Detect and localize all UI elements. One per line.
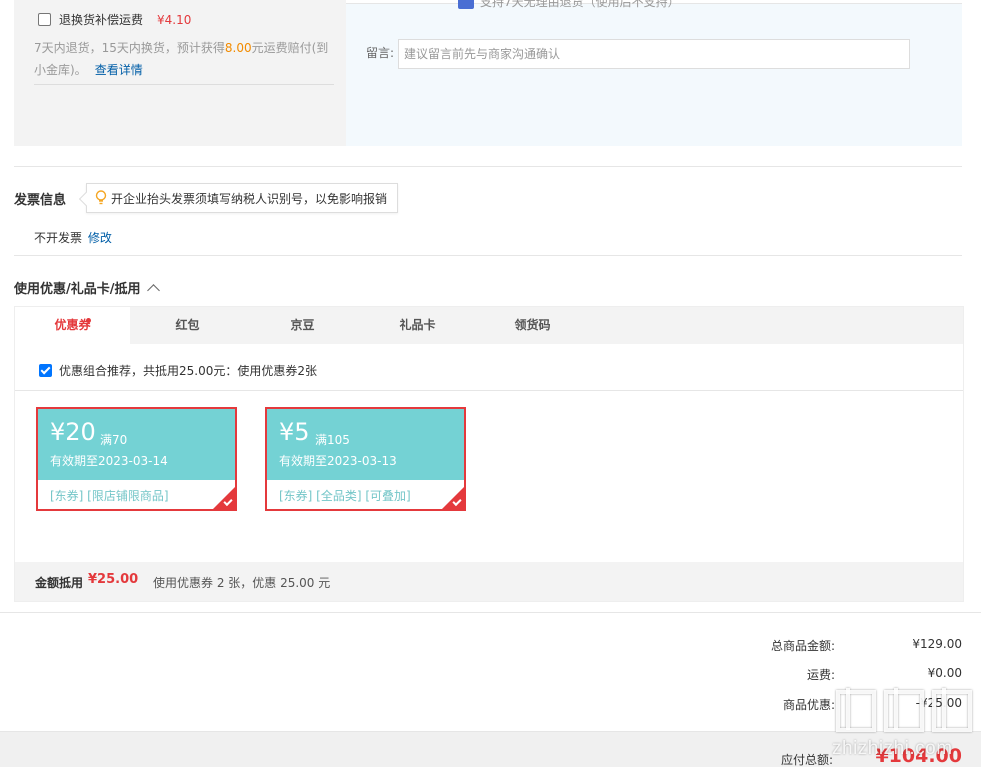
discount-description: 使用优惠券 2 张，优惠 25.00 元 — [153, 576, 331, 590]
shield-icon — [458, 0, 474, 9]
return-insurance-checkbox[interactable] — [38, 13, 51, 26]
watermark-text: zhizhizhi.com — [832, 738, 953, 759]
summary-total-value: ¥129.00 — [912, 637, 962, 651]
return-insurance-row: 退换货补偿运费 ¥4.10 — [38, 11, 191, 28]
invoice-tip-text: 开企业抬头发票须填写纳税人识别号，以免影响报销 — [111, 191, 388, 206]
coupon-amount: ¥20 — [50, 418, 96, 446]
coupon-footer: 金额抵用 ¥25.00 使用优惠券 2 张，优惠 25.00 元 — [15, 562, 963, 601]
watermark-logo — [836, 688, 972, 732]
coupon-condition: 满105 — [315, 433, 350, 447]
discount-amount: ¥25.00 — [88, 572, 139, 587]
return-insurance-price: ¥4.10 — [157, 12, 192, 27]
divider — [0, 612, 981, 613]
invoice-title: 发票信息 — [14, 193, 67, 208]
divider — [34, 84, 334, 85]
tab-redeem-code[interactable]: 领货码 — [475, 307, 590, 344]
selected-corner — [442, 487, 464, 509]
coupon-condition: 满70 — [100, 433, 128, 447]
combo-recommend-checkbox[interactable] — [39, 364, 52, 377]
invoice-modify-link[interactable]: 修改 — [88, 231, 112, 245]
coupon-tags: [东券] [限店铺限商品] — [50, 489, 169, 503]
coupon-header: ¥20 满70 有效期至2023-03-14 — [38, 409, 235, 480]
coupon-amount: ¥5 — [279, 418, 310, 446]
payable-label: 应付总额: — [780, 753, 833, 767]
remark-label: 留言: — [366, 46, 395, 60]
coupon-panel: 优惠券 红包 京豆 礼品卡 领货码 优惠组合推荐，共抵用25.00元：使用优惠券… — [14, 306, 964, 602]
selected-corner — [213, 487, 235, 509]
tab-gift-cards[interactable]: 礼品卡 — [360, 307, 475, 344]
coupon-section-title: 使用优惠/礼品卡/抵用 — [14, 282, 141, 297]
return-insurance-panel: 退换货补偿运费 ¥4.10 7天内退货，15天内换货，预计获得8.00元运费赔付… — [14, 0, 346, 146]
coupon-card[interactable]: ¥20 满70 有效期至2023-03-14 [东券] [限店铺限商品] — [36, 407, 237, 511]
coupon-header: ¥5 满105 有效期至2023-03-13 — [267, 409, 464, 480]
divider — [14, 255, 962, 256]
coupon-tags: [东券] [全品类] [可叠加] — [279, 489, 411, 503]
coupon-tabs: 优惠券 红包 京豆 礼品卡 领货码 — [15, 307, 963, 344]
summary-shipping-value: ¥0.00 — [927, 666, 962, 680]
combo-recommend-text: 优惠组合推荐，共抵用25.00元：使用优惠券2张 — [59, 364, 317, 378]
remark-input[interactable]: 建议留言前先与商家沟通确认 — [398, 39, 910, 69]
summary-total-label: 总商品金额: — [770, 639, 835, 653]
view-details-link[interactable]: 查看详情 — [95, 63, 143, 77]
return-policy-text: 支持7天无理由退货（使用后不支持） — [480, 0, 680, 9]
coupon-card[interactable]: ¥5 满105 有效期至2023-03-13 [东券] [全品类] [可叠加] — [265, 407, 466, 511]
remark-panel: 留言: 建议留言前先与商家沟通确认 — [346, 0, 962, 146]
combo-recommend-row: 优惠组合推荐，共抵用25.00元：使用优惠券2张 — [39, 362, 317, 379]
invoice-value: 不开发票 — [34, 231, 83, 245]
chevron-up-icon — [146, 283, 160, 297]
divider — [14, 166, 962, 167]
invoice-tip: 开企业抬头发票须填写纳税人识别号，以免影响报销 — [86, 183, 399, 213]
summary-shipping-label: 运费: — [806, 668, 835, 682]
divider — [15, 390, 963, 391]
tab-jd-beans[interactable]: 京豆 — [245, 307, 360, 344]
summary-discount-label: 商品优惠: — [782, 698, 835, 712]
return-desc-amount: 8.00 — [224, 41, 252, 55]
tab-red-envelopes[interactable]: 红包 — [130, 307, 245, 344]
return-insurance-description: 7天内退货，15天内换货，预计获得8.00元运费赔付(到小金库)。 查看详情 — [34, 37, 338, 81]
coupon-validity: 有效期至2023-03-14 — [50, 454, 168, 468]
delivery-options-panel: 退换货补偿运费 ¥4.10 7天内退货，15天内换货，预计获得8.00元运费赔付… — [14, 0, 962, 146]
notification-dot — [86, 318, 91, 323]
lightbulb-icon — [95, 190, 107, 205]
return-policy-note: 支持7天无理由退货（使用后不支持） — [458, 0, 680, 10]
tab-coupons[interactable]: 优惠券 — [15, 307, 130, 344]
discount-label: 金额抵用 — [35, 576, 84, 590]
return-desc-prefix: 7天内退货，15天内换货，预计获得 — [34, 41, 225, 55]
coupon-validity: 有效期至2023-03-13 — [279, 454, 397, 468]
return-insurance-label: 退换货补偿运费 — [59, 13, 144, 27]
coupon-section-toggle[interactable]: 使用优惠/礼品卡/抵用 — [14, 278, 160, 297]
invoice-value-row: 不开发票 修改 — [34, 229, 112, 246]
